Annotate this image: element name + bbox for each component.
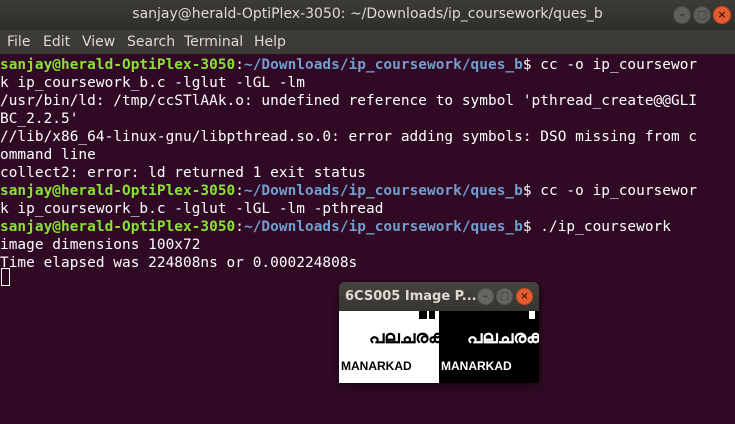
terminal-prompt-line: sanjay@herald-OptiPlex-3050:~/Downloads/… <box>0 182 735 200</box>
prompt-user-host: sanjay@herald-OptiPlex-3050 <box>0 57 236 73</box>
terminal-output-line: Time elapsed was 224808ns or 0.000224808… <box>0 255 358 271</box>
prompt-path: ~/Downloads/ip_coursework/ques_b <box>244 183 523 199</box>
terminal-prompt-line: sanjay@herald-OptiPlex-3050:~/Downloads/… <box>0 56 735 74</box>
prompt-path: ~/Downloads/ip_coursework/ques_b <box>244 219 523 235</box>
terminal-output-line: k ip_coursework_b.c -lglut -lGL -lm -pth… <box>0 201 384 217</box>
image-mark <box>429 311 435 319</box>
terminal-output-line: ommand line <box>0 147 96 163</box>
prompt-separator: : <box>235 57 244 73</box>
prompt-separator: : <box>235 219 244 235</box>
image-viewer-window[interactable]: 6CS005 Image P... – □ × പലചരക്ക് MANARKA… <box>339 282 539 383</box>
terminal-output-line: image dimensions 100x72 <box>0 237 201 253</box>
terminal-title-bar[interactable]: sanjay@herald-OptiPlex-3050: ~/Downloads… <box>0 0 735 30</box>
minimize-button[interactable]: – <box>673 6 691 24</box>
image-window-title-bar[interactable]: 6CS005 Image P... – □ × <box>339 282 539 311</box>
prompt-path: ~/Downloads/ip_coursework/ques_b <box>244 57 523 73</box>
menu-edit[interactable]: Edit <box>43 34 70 50</box>
menu-search[interactable]: Search <box>127 34 175 50</box>
image-original-half: പലചരക്ക് MANARKAD <box>339 311 439 383</box>
prompt-command: $ cc -o ip_coursewor <box>522 183 698 199</box>
terminal-output-line: //lib/x86_64-linux-gnu/libpthread.so.0: … <box>0 129 698 145</box>
image-malayalam-text-inverted: പലചരക്ക് <box>467 327 539 348</box>
prompt-separator: : <box>235 183 244 199</box>
image-latin-text: MANARKAD <box>341 359 412 373</box>
image-maximize-button[interactable]: □ <box>496 288 513 305</box>
prompt-command: $ ./ip_coursework <box>522 219 671 235</box>
image-window-title: 6CS005 Image P... <box>345 289 477 304</box>
window-title: sanjay@herald-OptiPlex-3050: ~/Downloads… <box>132 6 603 22</box>
terminal-output-line: k ip_coursework_b.c -lglut -lGL -lm <box>0 75 305 91</box>
image-mark <box>529 311 535 319</box>
terminal-output-line: /usr/bin/ld: /tmp/ccSTlAAk.o: undefined … <box>0 93 698 109</box>
terminal-output-line: BC_2.2.5' <box>0 111 79 127</box>
prompt-command: $ cc -o ip_coursewor <box>522 57 698 73</box>
prompt-user-host: sanjay@herald-OptiPlex-3050 <box>0 183 236 199</box>
image-malayalam-text: പലചരക്ക് <box>369 327 439 348</box>
image-minimize-button[interactable]: – <box>477 288 494 305</box>
maximize-button[interactable]: □ <box>693 6 711 24</box>
terminal-prompt-line: sanjay@herald-OptiPlex-3050:~/Downloads/… <box>0 218 735 236</box>
image-canvas: പലചരക്ക് MANARKAD പലചരക്ക് MANARKAD <box>339 311 539 383</box>
menu-bar: File Edit View Search Terminal Help <box>0 30 735 54</box>
prompt-user-host: sanjay@herald-OptiPlex-3050 <box>0 219 236 235</box>
image-inverted-half: പലചരക്ക് MANARKAD <box>439 311 539 383</box>
menu-help[interactable]: Help <box>254 34 286 50</box>
image-close-button[interactable]: × <box>516 288 533 305</box>
terminal-output-line: collect2: error: ld returned 1 exit stat… <box>0 165 366 181</box>
image-mark <box>419 311 427 319</box>
menu-view[interactable]: View <box>82 34 115 50</box>
menu-terminal[interactable]: Terminal <box>184 34 243 50</box>
image-latin-text-inverted: MANARKAD <box>441 359 512 373</box>
close-button[interactable]: × <box>713 6 731 24</box>
menu-file[interactable]: File <box>7 34 30 50</box>
